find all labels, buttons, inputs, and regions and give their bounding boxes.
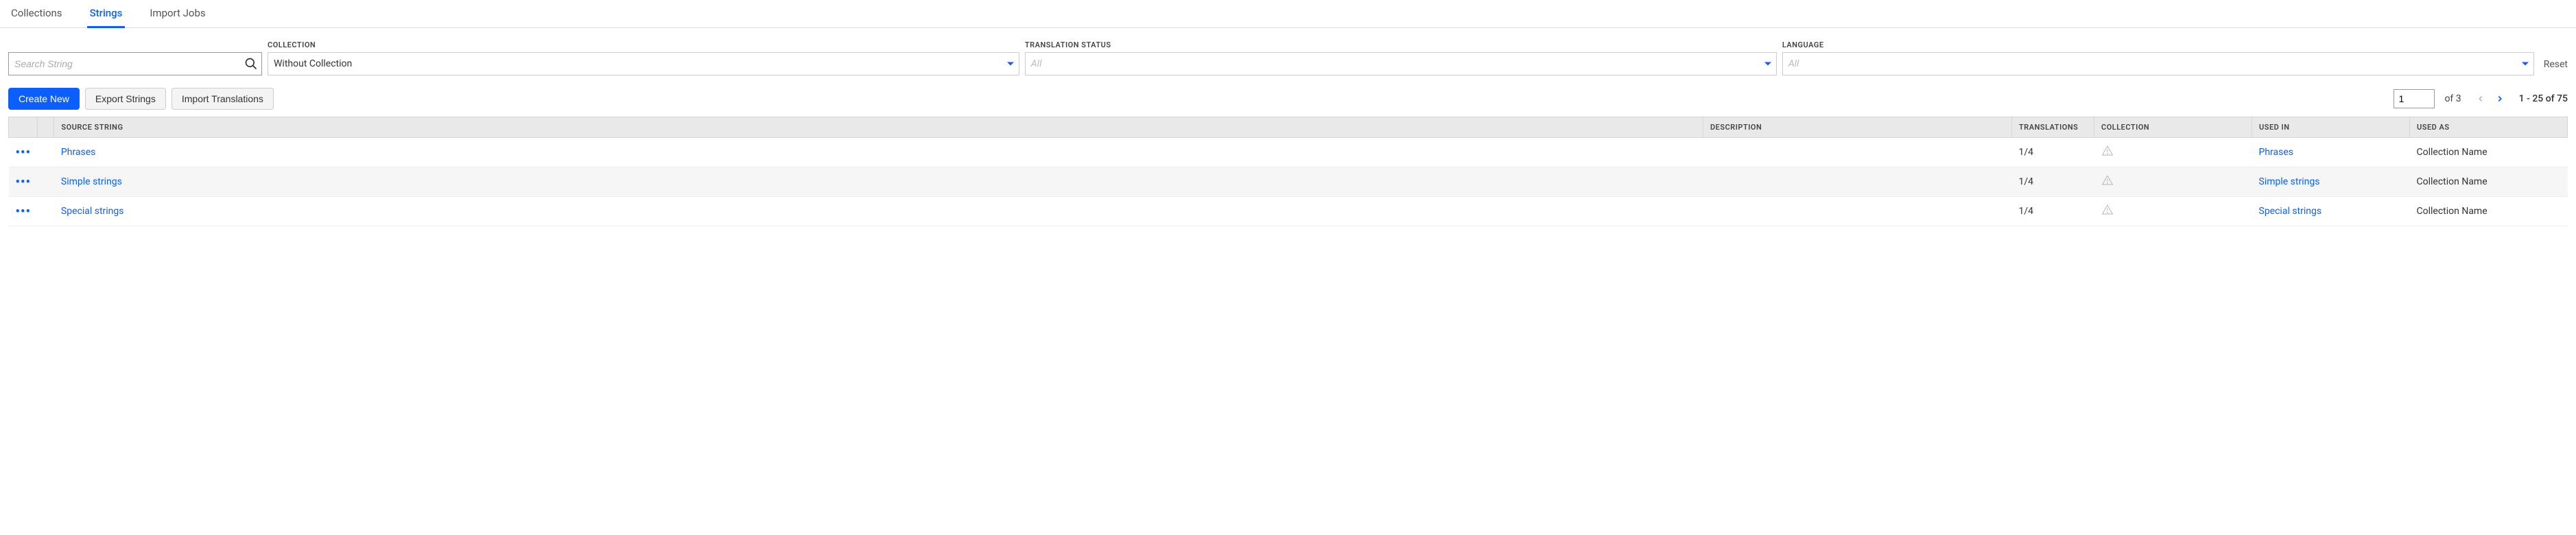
filter-search-group [8,40,262,75]
search-wrap [8,52,262,75]
header-checkbox [38,117,54,138]
table-row: ••• Phrases 1/4 Phrases Collection Name [9,138,2568,167]
row-actions-button[interactable]: ••• [9,167,38,197]
row-translations: 1/4 [2012,167,2094,197]
status-select[interactable]: All [1025,52,1777,75]
tab-collections[interactable]: Collections [8,0,65,27]
collection-select[interactable]: Without Collection [268,52,1019,75]
row-checkbox-cell [38,167,54,197]
row-source-link[interactable]: Simple strings [61,176,122,187]
filter-collection-group: COLLECTION Without Collection [268,40,1019,75]
caret-down-icon [1764,62,1771,66]
row-translations: 1/4 [2012,197,2094,226]
caret-down-icon [2522,62,2529,66]
row-collection [2094,167,2252,197]
header-actions [9,117,38,138]
action-bar: Create New Export Strings Import Transla… [0,81,2576,117]
row-used-as: Collection Name [2410,138,2568,167]
pager-range-label: 1 - 25 of 75 [2519,93,2568,104]
page-number-input[interactable] [2394,89,2435,108]
pager-prev-button[interactable] [2474,92,2488,106]
row-used-in-link[interactable]: Simple strings [2259,176,2320,187]
filters-bar: COLLECTION Without Collection TRANSLATIO… [0,28,2576,81]
export-strings-button[interactable]: Export Strings [85,88,166,110]
warning-icon [2101,204,2114,216]
strings-table: SOURCE STRING DESCRIPTION TRANSLATIONS C… [8,117,2568,226]
row-used-in-link[interactable]: Phrases [2259,147,2294,158]
search-input[interactable] [8,52,262,75]
search-icon[interactable] [244,57,258,71]
language-select[interactable]: All [1782,52,2534,75]
reset-link[interactable]: Reset [2540,59,2568,75]
row-actions-button[interactable]: ••• [9,197,38,226]
row-checkbox-cell [38,197,54,226]
row-description [1703,197,2012,226]
row-collection [2094,138,2252,167]
tabs-bar: Collections Strings Import Jobs [0,0,2576,28]
collection-select-value: Without Collection [274,58,352,69]
row-collection [2094,197,2252,226]
caret-down-icon [1007,62,1014,66]
tab-import-jobs[interactable]: Import Jobs [147,0,208,27]
page-of-label: of 3 [2444,93,2461,104]
row-used-as: Collection Name [2410,167,2568,197]
warning-icon [2101,145,2114,157]
row-checkbox-cell [38,138,54,167]
table-row: ••• Simple strings 1/4 Simple strings Collec… [9,167,2568,197]
status-select-wrap: All [1025,52,1777,75]
pager-next-button[interactable] [2493,92,2507,106]
tab-strings[interactable]: Strings [87,0,126,27]
header-translations[interactable]: TRANSLATIONS [2012,117,2094,138]
language-select-placeholder: All [1788,58,1799,69]
header-description[interactable]: DESCRIPTION [1703,117,2012,138]
filter-status-label: TRANSLATION STATUS [1025,40,1777,49]
create-new-button[interactable]: Create New [8,88,80,110]
filter-language-label: LANGUAGE [1782,40,2534,49]
header-used-in[interactable]: USED IN [2252,117,2410,138]
status-select-placeholder: All [1031,58,1041,69]
filter-language-group: LANGUAGE All [1782,40,2534,75]
warning-icon [2101,174,2114,187]
filter-status-group: TRANSLATION STATUS All [1025,40,1777,75]
row-translations: 1/4 [2012,138,2094,167]
collection-select-wrap: Without Collection [268,52,1019,75]
row-used-as: Collection Name [2410,197,2568,226]
filter-search-spacer [8,40,262,49]
row-source-link[interactable]: Special strings [61,206,124,217]
table-row: ••• Special strings 1/4 Special strings Coll… [9,197,2568,226]
import-translations-button[interactable]: Import Translations [172,88,274,110]
filter-collection-label: COLLECTION [268,40,1019,49]
header-source[interactable]: SOURCE STRING [54,117,1703,138]
header-used-as[interactable]: USED AS [2410,117,2568,138]
language-select-wrap: All [1782,52,2534,75]
row-actions-button[interactable]: ••• [9,138,38,167]
row-description [1703,167,2012,197]
row-source-link[interactable]: Phrases [61,147,96,158]
row-used-in-link[interactable]: Special strings [2259,206,2322,217]
header-collection[interactable]: COLLECTION [2094,117,2252,138]
row-description [1703,138,2012,167]
